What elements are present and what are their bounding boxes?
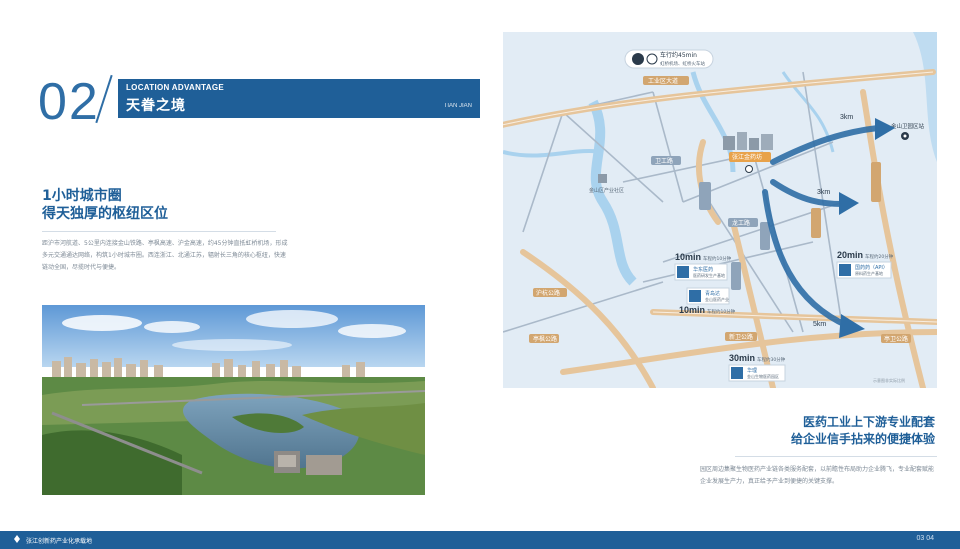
- support-heading-line2: 给企业信手拈来的便捷体验: [790, 432, 935, 446]
- time-badge-3-sub: 车程约20分钟: [865, 253, 894, 260]
- time-badge-1: 10min 车程约10分钟 华东医药 医药研发生产基地: [674, 252, 732, 281]
- support-heading: 医药工业上下游专业配套 给企业信手拈来的便捷体验: [635, 414, 935, 448]
- time-badge-1-desc: 医药研发生产基地: [693, 272, 725, 278]
- location-map-art: 工业区大道 卫工路 龙工路 新卫公路 沪杭公路 亭枫公路 亭卫公路 张江金药坊: [503, 32, 937, 388]
- time-badge-2-time: 10min: [679, 305, 705, 315]
- intro-heading: 1小时城市圈 得天独厚的枢纽区位: [42, 187, 282, 223]
- time-badge-3-desc: 原料药生产基地: [855, 270, 883, 276]
- footer-bar: 张江创新药产业化承载地 03 04: [0, 531, 960, 549]
- intro-body: 距沪市河航道、5公里内连接金山铁路、亭枫高速、沪金高速，约45分钟直抵虹桥机场，…: [42, 240, 288, 271]
- brand-logo: TIAN JIAN: [443, 103, 472, 109]
- road-label-10: 亭卫公路: [884, 335, 908, 343]
- road-label-7: 沪杭公路: [536, 289, 560, 297]
- section-title-cn: 天眷之境: [126, 98, 186, 114]
- footer-leaf-icon: [14, 535, 20, 543]
- road-label-8: 亭枫公路: [533, 335, 557, 343]
- distance-label-3: 5km: [813, 321, 826, 328]
- intro-divider: [42, 231, 276, 232]
- support-heading-line1: 医药工业上下游专业配套: [802, 415, 935, 429]
- distance-label-1: 3km: [840, 114, 853, 121]
- time-badge-3: 20min 车程约20分钟 国药药（API） 原料药生产基地: [836, 250, 894, 279]
- airport-desc: 虹桥机场、虹桥火车站: [660, 60, 705, 67]
- support-divider: [735, 456, 937, 457]
- time-badge-2-desc: 金山医药产业: [705, 296, 729, 302]
- location-map: 工业区大道 卫工路 龙工路 新卫公路 沪杭公路 亭枫公路 亭卫公路 张江金药坊: [503, 32, 937, 388]
- station-label: 金山卫园区站: [891, 122, 925, 130]
- footer-tagline: 张江创新药产业化承载地: [26, 538, 93, 545]
- time-badge-2-place: 青岛达: [705, 290, 720, 297]
- time-badge-1-place: 华东医药: [693, 266, 713, 273]
- support-body: 园区周边集聚生物医药产业链各类服务配套，以前瞻性布局助力企业腾飞，专业配套赋能企…: [700, 466, 935, 485]
- time-badge-4-desc: 金山生物医药园区: [747, 373, 779, 379]
- time-badge-2: 青岛达 金山医药产业 10min 车程约10分钟: [679, 287, 736, 315]
- time-badge-4-time: 30min: [729, 353, 755, 363]
- map-disclaimer: 示意图非实际比例: [873, 377, 905, 383]
- distance-label-2: 3km: [817, 189, 830, 196]
- time-badge-2-sub: 车程约10分钟: [707, 308, 736, 315]
- road-label-1: 工业区大道: [648, 77, 678, 85]
- section-title-bar: LOCATION ADVANTAGE 天眷之境 TIAN JIAN: [118, 79, 480, 118]
- airport-badge: 车行约45min 虹桥机场、虹桥火车站: [624, 49, 714, 69]
- time-badge-3-place: 国药药（API）: [855, 264, 888, 271]
- road-label-9: 新卫公路: [729, 333, 753, 341]
- time-badge-4: 30min 车程约30分钟 华理 金山生物医药园区: [728, 353, 786, 382]
- aerial-photo-art: [42, 305, 425, 495]
- time-badge-1-time: 10min: [675, 252, 701, 262]
- intro-heading-line1: 1小时城市圈: [42, 188, 122, 204]
- airport-time: 车行约45min: [660, 51, 697, 59]
- page-numbers: 03 04: [916, 535, 934, 542]
- time-badge-4-sub: 车程约30分钟: [757, 356, 786, 363]
- section-number: 02: [38, 73, 100, 131]
- aerial-photo: [42, 305, 425, 495]
- project-name: 张江金药坊: [732, 153, 762, 161]
- road-label-4: 龙工路: [732, 219, 750, 227]
- section-title-en: LOCATION ADVANTAGE: [126, 83, 224, 92]
- time-badge-4-place: 华理: [747, 367, 757, 374]
- time-badge-3-time: 20min: [837, 250, 863, 260]
- district-label: 金山区产业社区: [589, 187, 624, 194]
- time-badge-1-sub: 车程约10分钟: [703, 255, 732, 262]
- road-label-2: 卫工路: [655, 157, 673, 165]
- intro-heading-line2: 得天独厚的枢纽区位: [42, 206, 168, 222]
